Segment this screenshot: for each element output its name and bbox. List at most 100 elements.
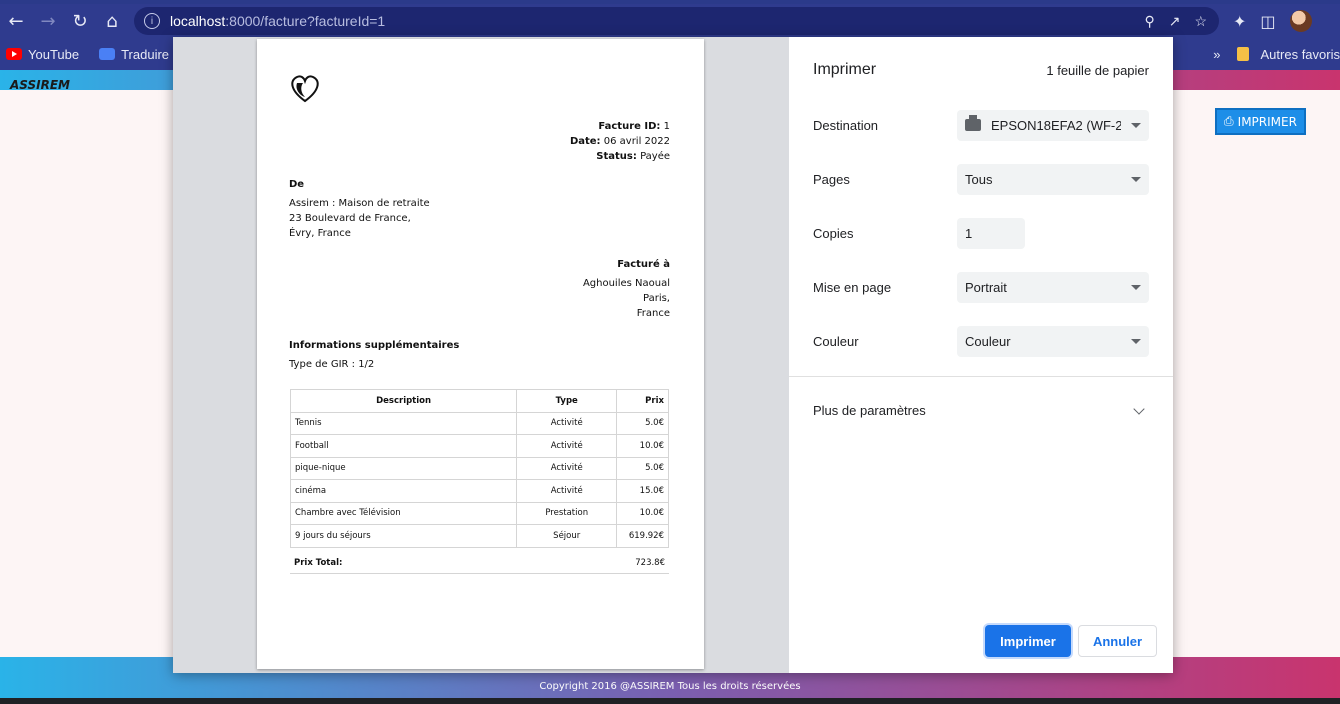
address-line: Assirem : Maison de retraite [289,198,430,209]
bookmark-label: YouTube [28,46,80,62]
table-header-row: Description Type Prix [289,389,669,413]
reload-icon[interactable]: ↻ [64,5,96,37]
cancel-button[interactable]: Annuler [1078,625,1157,657]
row-description: Tennis [289,411,518,435]
destination-label: Destination [813,117,879,133]
printer-icon: ⎙ [1224,114,1234,128]
invoice-status: Payée [640,151,670,162]
folder-icon [1236,47,1249,61]
star-icon[interactable]: ☆ [1194,13,1207,30]
copies-label: Copies [813,225,854,241]
chevron-down-icon [1131,284,1141,290]
print-preview: Facture ID: 1 Date: 06 avril 2022 Status… [173,37,789,673]
invoice-status-label: Status: [596,151,637,162]
color-select[interactable]: Couleur [957,325,1149,357]
row-description: cinéma [289,479,518,503]
zoom-icon[interactable]: ⚲ [1144,13,1154,30]
total-row: Prix Total: 723.8€ [290,553,669,574]
imprimer-button[interactable]: ⎙ IMPRIMER [1215,108,1306,135]
home-icon[interactable]: ⌂ [96,5,128,37]
color-row: Couleur Couleur [813,325,1149,357]
youtube-icon [6,48,22,60]
chevron-down-icon [1131,122,1141,128]
layout-label: Mise en page [813,279,892,295]
pages-select[interactable]: Tous [957,163,1149,195]
sheet-count: 1 feuille de papier [1046,62,1149,78]
site-info-icon[interactable]: i [144,13,160,29]
share-icon[interactable]: ↗ [1169,13,1181,30]
total-value: 723.8€ [635,558,665,568]
address-line: 23 Boulevard de France, [289,213,411,224]
copyright-text: Copyright 2016 @ASSIREM Tous les droits … [539,681,801,692]
row-type: Activité [516,479,618,503]
address-line: Aghouiles Naoual [582,278,670,289]
color-value: Couleur [965,333,1011,349]
layout-row: Mise en page Portrait [813,271,1149,303]
address-line: Évry, France [289,228,351,239]
table-row: Tennis Activité 5.0€ [289,411,669,435]
settings-divider [789,376,1173,377]
browser-toolbar: ← → ↻ ⌂ i localhost:8000/facture?facture… [0,4,1340,38]
col-description: Description [289,389,518,413]
copies-row: Copies 1 [813,217,1149,249]
copies-input[interactable]: 1 [957,217,1025,249]
printer-icon [965,115,981,131]
destination-value: EPSON18EFA2 (WF-26 [991,117,1121,133]
row-type: Prestation [516,501,618,525]
row-description: Football [289,434,518,458]
bookmark-label: Traduire [121,46,170,62]
layout-select[interactable]: Portrait [957,271,1149,303]
bookmarks-overflow-icon[interactable]: » [1213,47,1220,62]
col-prix: Prix [616,389,669,413]
chevron-down-icon [1131,338,1141,344]
row-prix: 5.0€ [616,456,669,480]
billed-to-address: Aghouiles Naoual Paris, France [583,276,670,321]
other-bookmarks[interactable]: Autres favoris [1261,47,1340,62]
pages-row: Pages Tous [813,163,1149,195]
address-line: France [636,308,670,319]
pages-value: Tous [965,171,993,187]
address-bar[interactable]: i localhost:8000/facture?factureId=1 ⚲ ↗… [134,7,1219,35]
row-prix: 10.0€ [616,434,669,458]
chevron-down-icon [1133,402,1145,415]
side-panel-icon[interactable]: ◫ [1260,12,1275,31]
profile-avatar[interactable] [1289,10,1312,32]
gir-type: Type de GIR : 1/2 [289,359,375,370]
copies-value: 1 [965,225,973,241]
print-button[interactable]: Imprimer [985,625,1071,657]
layout-value: Portrait [965,279,1007,295]
row-type: Séjour [516,524,618,548]
row-prix: 15.0€ [616,479,669,503]
address-line: Paris, [643,293,670,304]
table-row: Football Activité 10.0€ [289,434,669,458]
destination-select[interactable]: EPSON18EFA2 (WF-26 [957,109,1149,141]
url-path: :8000/facture?factureId=1 [225,13,386,29]
col-type: Type [516,389,618,413]
row-type: Activité [516,411,618,435]
bookmark-traduire[interactable]: Traduire [99,47,169,62]
back-arrow-icon[interactable]: ← [0,5,32,37]
google-translate-icon [99,48,116,60]
table-row: Chambre avec Télévision Prestation 10.0€ [289,501,669,525]
invoice-date-label: Date: [569,136,601,147]
url-host: localhost [170,13,226,29]
row-type: Activité [516,434,618,458]
more-settings-toggle[interactable]: Plus de paramètres [813,402,1149,418]
destination-row: Destination EPSON18EFA2 (WF-26 [813,109,1149,141]
invoice-date: 06 avril 2022 [603,136,670,147]
invoice-meta: Facture ID: 1 Date: 06 avril 2022 Status… [570,119,670,164]
table-row: cinéma Activité 15.0€ [289,479,669,503]
invoice-table: Description Type Prix Tennis Activité 5.0€… [289,389,669,548]
more-settings-label: Plus de paramètres [813,403,926,418]
bookmark-youtube[interactable]: YouTube [6,47,79,62]
invoice-id: 1 [663,121,670,132]
chevron-down-icon [1131,176,1141,182]
row-prix: 5.0€ [616,411,669,435]
row-description: Chambre avec Télévision [289,501,518,525]
print-dialog: Facture ID: 1 Date: 06 avril 2022 Status… [173,37,1173,673]
color-label: Couleur [813,333,859,349]
print-dialog-title: Imprimer [813,61,877,78]
forward-arrow-icon[interactable]: → [32,5,64,37]
site-logo[interactable]: ASSIREM [10,70,70,92]
extensions-icon[interactable]: ✦ [1233,12,1246,31]
